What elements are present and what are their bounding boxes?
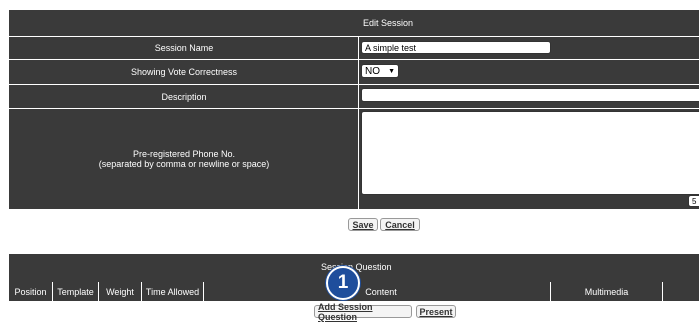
- column-divider: [203, 282, 204, 301]
- phone-textarea[interactable]: [361, 111, 699, 195]
- column-weight: Weight: [106, 286, 134, 297]
- vote-correctness-value: NO: [365, 65, 380, 77]
- column-template: Template: [57, 286, 94, 297]
- column-divider: [662, 282, 663, 301]
- cancel-button[interactable]: Cancel: [380, 218, 420, 231]
- phone-label-line2: (separated by comma or newline or space): [98, 159, 270, 169]
- edit-session-header: Edit Session: [9, 10, 699, 36]
- chevron-down-icon: ▼: [388, 67, 395, 75]
- vote-correctness-select[interactable]: NO ▼: [361, 64, 399, 78]
- session-name-label: Session Name: [154, 43, 214, 53]
- column-multimedia: Multimedia: [584, 286, 629, 297]
- session-name-input[interactable]: A simple test: [361, 41, 551, 54]
- present-button[interactable]: Present: [416, 305, 456, 318]
- save-button[interactable]: Save: [348, 218, 378, 231]
- edit-session-title: Edit Session: [363, 18, 414, 28]
- step-callout-badge: 1: [326, 266, 360, 300]
- description-label: Description: [161, 91, 207, 102]
- description-input[interactable]: [361, 88, 699, 102]
- phone-label-line1: Pre-registered Phone No.: [132, 149, 236, 159]
- phone-counter: 5: [688, 195, 699, 207]
- add-session-question-button[interactable]: Add Session Question: [314, 302, 412, 322]
- phone-label: Pre-registered Phone No. (separated by c…: [9, 109, 359, 209]
- vote-correctness-label: Showing Vote Correctness: [130, 67, 238, 77]
- column-position: Position: [14, 286, 47, 297]
- column-time-allowed: Time Allowed: [145, 286, 200, 297]
